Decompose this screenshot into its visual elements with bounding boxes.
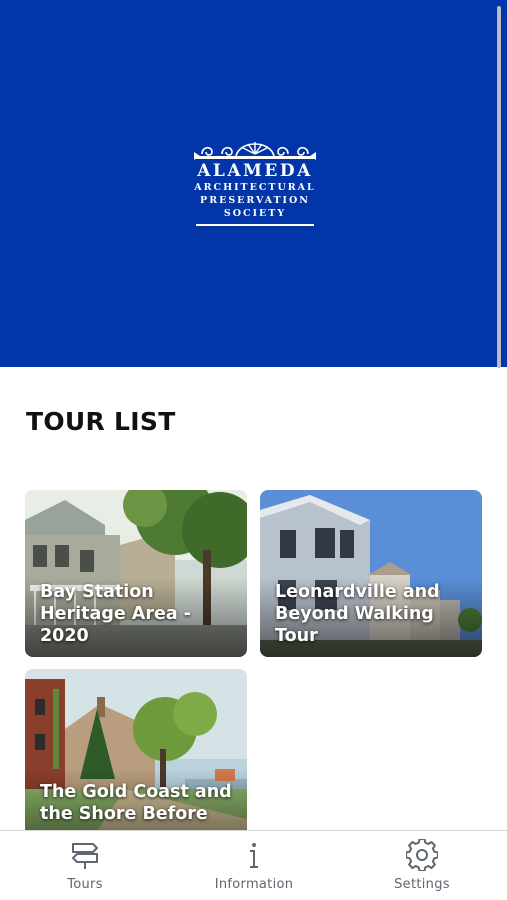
logo-text-preservation: PRESERVATION xyxy=(200,195,310,206)
logo-underline xyxy=(196,224,314,226)
logo-text-architectural: ARCHITECTURAL xyxy=(194,182,316,193)
logo-ornament-icon xyxy=(194,142,316,160)
tour-card-leonardville[interactable]: Leonardville and Beyond Walking Tour xyxy=(260,490,482,657)
info-icon xyxy=(250,843,258,868)
tour-title: Bay Station Heritage Area - 2020 xyxy=(40,582,192,646)
tab-settings-label: Settings xyxy=(394,877,450,892)
tour-title: The Gold Coast and the Shore Before xyxy=(40,782,232,824)
tab-information-label: Information xyxy=(214,877,294,892)
header-banner: ALAMEDA ARCHITECTURAL PRESERVATION SOCIE… xyxy=(0,0,507,367)
page-title: TOUR LIST xyxy=(26,407,176,436)
society-logo: ALAMEDA ARCHITECTURAL PRESERVATION SOCIE… xyxy=(187,134,323,240)
tab-information[interactable]: Information xyxy=(194,831,314,900)
tab-tours[interactable]: Tours xyxy=(25,831,145,900)
tab-settings[interactable]: Settings xyxy=(362,831,482,900)
signpost-icon xyxy=(72,843,98,869)
tour-title: Leonardville and Beyond Walking Tour xyxy=(275,582,440,646)
tour-card-bay-station[interactable]: Bay Station Heritage Area - 2020 xyxy=(25,490,247,657)
tour-card-gold-coast[interactable]: The Gold Coast and the Shore Before xyxy=(25,669,247,849)
logo-text-alameda: ALAMEDA xyxy=(197,161,313,181)
gear-icon xyxy=(406,839,438,871)
bottom-tab-bar: Tours Information Settings xyxy=(0,830,507,900)
logo-text-society: SOCIETY xyxy=(223,208,287,219)
scrollbar[interactable] xyxy=(497,6,501,368)
tab-tours-label: Tours xyxy=(67,877,103,892)
